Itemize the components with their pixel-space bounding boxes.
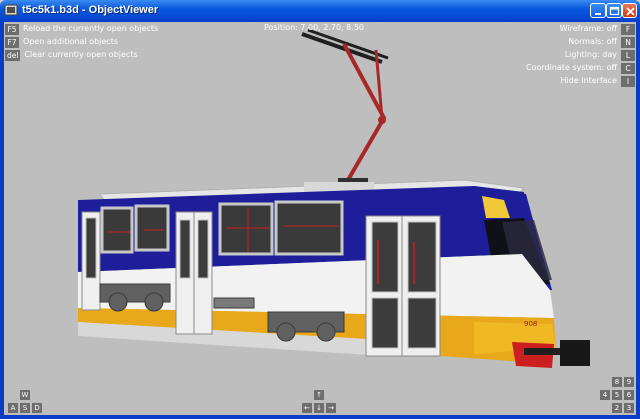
close-icon [626,7,635,16]
key-6[interactable]: 6 [624,390,634,400]
app-icon [4,4,18,16]
minimize-icon [595,13,601,15]
key-9[interactable]: 9 [624,377,634,387]
hint-label: Clear currently open objects [24,50,138,59]
window-title: t5c5k1.b3d - ObjectViewer [22,4,159,16]
hint-normals[interactable]: Normals: off N [568,36,635,48]
maximize-button[interactable] [606,3,622,18]
hint-hide-interface[interactable]: Hide interface I [561,75,635,87]
hint-label: Open additional objects [23,37,119,46]
hint-label: Coordinate system: off [526,63,617,72]
tram-3d-model: 908 [78,28,590,368]
side-windows [100,200,344,256]
hint-label: Normals: off [568,37,617,46]
key-w[interactable]: W [20,390,30,400]
key-8[interactable]: 8 [612,377,622,387]
arrow-left-key[interactable]: ← [302,403,312,413]
pantograph [301,28,389,184]
key-i: I [621,75,635,87]
key-5[interactable]: 5 [612,390,622,400]
key-d[interactable]: D [32,403,42,413]
key-c: C [621,62,635,74]
hint-coordinates[interactable]: Coordinate system: off C [526,62,635,74]
tram-number: 908 [524,320,537,328]
key-f7: F7 [5,36,19,48]
hint-open[interactable]: F7 Open additional objects [5,36,118,48]
key-a[interactable]: A [8,403,18,413]
app-window: t5c5k1.b3d - ObjectViewer 908 Position: … [0,0,640,419]
key-s[interactable]: S [20,403,30,413]
key-2[interactable]: 2 [612,403,622,413]
key-f: F [621,23,635,35]
minimize-button[interactable] [590,3,606,18]
hint-lighting[interactable]: Lighting: day L [565,49,635,61]
hint-clear[interactable]: del Clear currently open objects [5,49,138,61]
close-button[interactable] [622,3,637,18]
key-del: del [5,49,21,61]
hint-label: Wireframe: off [559,24,617,33]
title-bar[interactable]: t5c5k1.b3d - ObjectViewer [0,0,640,22]
position-readout: Position: 7.00, 2.70, 8.50 [264,23,364,32]
3d-viewport[interactable]: 908 Position: 7.00, 2.70, 8.50 F5 Reload… [4,22,636,415]
hint-label: Reload the currently open objects [23,24,159,33]
arrow-down-key[interactable]: ↓ [314,403,324,413]
hint-wireframe[interactable]: Wireframe: off F [560,23,635,35]
key-4[interactable]: 4 [600,390,610,400]
arrow-up-key[interactable]: ↑ [314,390,324,400]
key-3[interactable]: 3 [624,403,634,413]
maximize-icon [609,6,620,16]
hint-label: Hide interface [560,76,617,85]
key-l: L [621,49,635,61]
key-f5: F5 [5,23,19,35]
hint-reload[interactable]: F5 Reload the currently open objects [5,23,158,35]
hint-label: Lighting: day [564,50,617,59]
arrow-right-key[interactable]: → [326,403,336,413]
key-n: N [621,36,635,48]
